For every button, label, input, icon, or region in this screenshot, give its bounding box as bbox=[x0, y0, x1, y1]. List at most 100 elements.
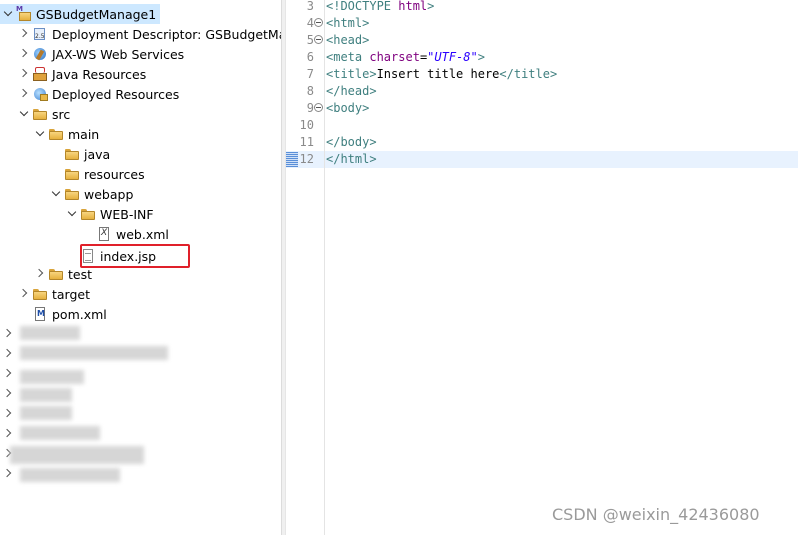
chevron-right-icon[interactable] bbox=[0, 346, 16, 362]
line-number: 11 bbox=[299, 135, 314, 149]
tree-item-resources[interactable]: resources bbox=[48, 164, 145, 184]
chevron-right-icon[interactable] bbox=[16, 286, 32, 302]
pom-file-icon bbox=[32, 306, 48, 322]
chevron-right-icon[interactable] bbox=[16, 86, 32, 102]
tree-item-main[interactable]: main bbox=[32, 124, 99, 144]
line-number: 6 bbox=[306, 50, 314, 64]
code-line: 9 <body> bbox=[286, 100, 798, 117]
tree-item-webapp[interactable]: webapp bbox=[48, 184, 133, 204]
code-token: </head> bbox=[326, 84, 377, 98]
code-token: <html> bbox=[326, 16, 370, 30]
line-number: 10 bbox=[299, 118, 314, 132]
tree-item-redacted[interactable] bbox=[0, 324, 16, 344]
code-token: charset bbox=[369, 50, 420, 64]
tree-item-project[interactable]: GSBudgetManage1 bbox=[0, 4, 160, 24]
tree-item-src[interactable]: src bbox=[16, 104, 70, 124]
code-token: </html> bbox=[326, 152, 377, 166]
code-line: 7 <title>Insert title here</title> bbox=[286, 66, 798, 83]
tree-item-label: WEB-INF bbox=[100, 206, 154, 222]
chevron-right-icon[interactable] bbox=[16, 66, 32, 82]
line-number: 9 bbox=[306, 101, 314, 115]
code-editor[interactable]: 3 <!DOCTYPE html> 4 <html> 5 <head> 6 <m… bbox=[286, 0, 798, 535]
line-number: 5 bbox=[306, 33, 314, 47]
chevron-down-icon[interactable] bbox=[32, 126, 48, 142]
redacted-area bbox=[20, 326, 80, 340]
tree-item-label: target bbox=[52, 286, 91, 302]
tree-item-redacted[interactable] bbox=[0, 344, 16, 364]
line-number: 4 bbox=[306, 16, 314, 30]
java-resources-icon bbox=[32, 66, 48, 82]
folder-icon bbox=[64, 166, 80, 182]
tree-item-label: web.xml bbox=[116, 226, 169, 242]
code-line: 10 bbox=[286, 117, 798, 134]
code-line: 6 <meta charset="UTF-8"> bbox=[286, 49, 798, 66]
tree-item-java[interactable]: java bbox=[48, 144, 110, 164]
folder-icon bbox=[64, 186, 80, 202]
code-token: <meta bbox=[326, 50, 370, 64]
line-number: 3 bbox=[306, 0, 314, 13]
tree-item-label: Deployment Descriptor: GSBudgetMar bbox=[52, 26, 281, 42]
chevron-right-icon[interactable] bbox=[16, 46, 32, 62]
code-token: "UTF-8" bbox=[427, 50, 478, 64]
redacted-area bbox=[20, 370, 84, 384]
code-token: </title> bbox=[499, 67, 558, 81]
code-token: <body> bbox=[326, 101, 370, 115]
folder-icon bbox=[32, 106, 48, 122]
code-token: <title> bbox=[326, 67, 377, 81]
tree-item-redacted[interactable] bbox=[0, 384, 16, 404]
tree-item-deployed-resources[interactable]: Deployed Resources bbox=[16, 84, 179, 104]
tree-item-web-inf[interactable]: WEB-INF bbox=[64, 204, 154, 224]
tree-item-pom-xml[interactable]: pom.xml bbox=[16, 304, 107, 324]
redacted-area bbox=[20, 468, 120, 482]
tree-item-java-resources[interactable]: Java Resources bbox=[16, 64, 146, 84]
chevron-right-icon[interactable] bbox=[0, 426, 16, 442]
folder-icon bbox=[48, 126, 64, 142]
tree-item-redacted[interactable] bbox=[0, 464, 16, 484]
chevron-right-icon[interactable] bbox=[0, 386, 16, 402]
chevron-down-icon[interactable] bbox=[48, 186, 64, 202]
chevron-right-icon[interactable] bbox=[0, 466, 16, 482]
tree-item-label: resources bbox=[84, 166, 145, 182]
chevron-right-icon[interactable] bbox=[0, 326, 16, 342]
gutter-separator bbox=[324, 0, 325, 535]
redacted-area bbox=[20, 388, 72, 402]
xml-file-icon bbox=[96, 226, 112, 242]
deployment-descriptor-icon bbox=[32, 26, 48, 42]
chevron-right-icon[interactable] bbox=[16, 26, 32, 42]
chevron-down-icon[interactable] bbox=[0, 6, 16, 22]
chevron-right-icon[interactable] bbox=[32, 266, 48, 282]
line-number: 8 bbox=[306, 84, 314, 98]
folder-icon bbox=[48, 266, 64, 282]
tree-item-redacted[interactable] bbox=[0, 404, 16, 424]
tree-item-deployment-descriptor[interactable]: Deployment Descriptor: GSBudgetMar bbox=[16, 24, 281, 44]
tree-item-label: Java Resources bbox=[52, 66, 147, 82]
chevron-right-icon[interactable] bbox=[0, 406, 16, 422]
highlight-box bbox=[80, 244, 190, 268]
chevron-down-icon[interactable] bbox=[64, 206, 80, 222]
chevron-down-icon[interactable] bbox=[16, 106, 32, 122]
tree-item-jaxws[interactable]: JAX-WS Web Services bbox=[16, 44, 184, 64]
fold-toggle-icon[interactable] bbox=[314, 35, 323, 44]
fold-toggle-icon[interactable] bbox=[314, 103, 323, 112]
redacted-area bbox=[10, 446, 144, 464]
maven-project-icon bbox=[16, 5, 32, 22]
web-services-icon bbox=[32, 46, 48, 62]
watermark: CSDN @weixin_42436080 bbox=[552, 505, 760, 524]
tree-item-web-xml[interactable]: web.xml bbox=[80, 224, 169, 244]
tree-item-label: webapp bbox=[84, 186, 134, 202]
tree-item-redacted[interactable] bbox=[0, 364, 16, 384]
tree-item-label: JAX-WS Web Services bbox=[52, 46, 185, 62]
tree-item-test[interactable]: test bbox=[32, 264, 92, 284]
folder-icon bbox=[64, 146, 80, 162]
redacted-area bbox=[20, 426, 100, 440]
code-token: Insert title here bbox=[376, 67, 500, 81]
code-token: <head> bbox=[326, 33, 370, 47]
chevron-right-icon[interactable] bbox=[0, 366, 16, 382]
tree-item-label: java bbox=[84, 146, 111, 162]
line-number: 7 bbox=[306, 67, 314, 81]
code-line: 3 <!DOCTYPE html> bbox=[286, 0, 798, 15]
fold-toggle-icon[interactable] bbox=[314, 18, 323, 27]
tree-item-target[interactable]: target bbox=[16, 284, 90, 304]
tree-item-redacted[interactable] bbox=[0, 424, 16, 444]
code-line-current: 12 </html> bbox=[286, 151, 798, 168]
